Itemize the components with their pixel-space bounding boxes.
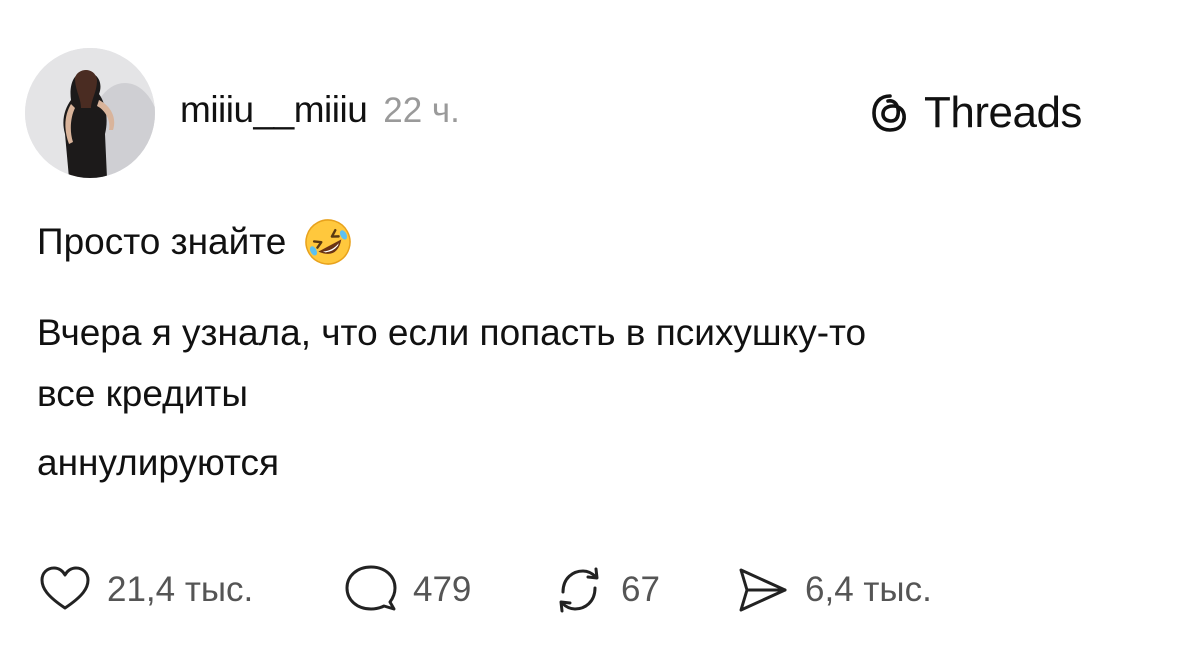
share-count: 6,4 тыс.	[805, 570, 932, 609]
repost-icon	[559, 567, 599, 613]
post-text: Просто знайте	[37, 221, 287, 262]
post-text: аннулируются	[37, 442, 280, 483]
threads-brand: Threads	[868, 88, 1082, 138]
reply-count: 479	[413, 570, 472, 609]
rolling-laughing-emoji-icon	[305, 219, 352, 265]
reply-button[interactable]: 479	[343, 562, 471, 618]
avatar-image	[25, 48, 155, 178]
repost-count: 67	[621, 570, 660, 609]
share-button[interactable]: 6,4 тыс.	[735, 562, 932, 618]
threads-logo-icon	[872, 94, 906, 132]
avatar[interactable]	[25, 48, 155, 178]
post-text: все кредиты	[37, 373, 248, 414]
post-text: Вчера я узнала, что если попасть в психу…	[37, 312, 867, 353]
like-count: 21,4 тыс.	[107, 570, 254, 609]
like-button[interactable]: 21,4 тыс.	[37, 562, 253, 618]
post-text-line-1: Просто знайте	[37, 216, 354, 268]
post-header: miiiu__miiiu 22 ч.	[180, 89, 460, 131]
brand-name: Threads	[924, 88, 1082, 137]
repost-button[interactable]: 67	[551, 562, 660, 618]
username-link[interactable]: miiiu__miiiu	[180, 89, 368, 131]
post-timestamp: 22 ч.	[383, 91, 460, 130]
share-icon	[739, 568, 787, 612]
heart-icon	[40, 566, 90, 610]
comment-icon	[345, 565, 397, 611]
